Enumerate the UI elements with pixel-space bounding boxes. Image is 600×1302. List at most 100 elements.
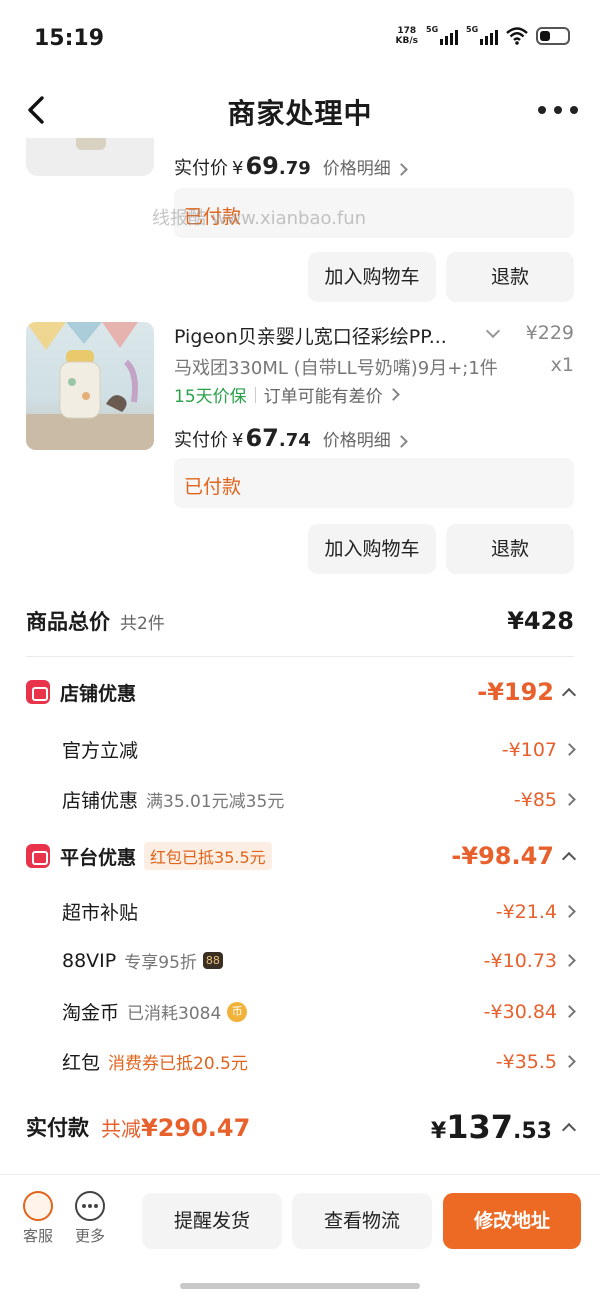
chevron-right-icon (563, 1055, 576, 1068)
platform-discount-header[interactable]: 平台优惠 红包已抵35.5元 -¥98.47 (26, 842, 577, 870)
discount-row-value: -¥10.73 (483, 949, 557, 972)
chevron-down-icon[interactable] (485, 323, 501, 339)
chevron-right-icon (563, 905, 576, 918)
product-image-1[interactable] (26, 138, 154, 176)
discount-row-official[interactable]: 官方立减 -¥107 (62, 736, 576, 763)
coin-icon: 币 (227, 1001, 248, 1022)
product-spec: 马戏团330ML (自带LL号奶嘴)9月+;1件 (174, 358, 498, 379)
price-detail-link[interactable]: 价格明细 (323, 426, 408, 451)
chevron-right-icon (394, 435, 408, 448)
nav-bar: 商家处理中 (0, 82, 600, 138)
status-time: 15:19 (34, 26, 105, 51)
watermark: 线报酷 www.xianbao.fun (152, 208, 367, 229)
product-quantity: x1 (550, 354, 574, 376)
more-options-icon[interactable] (538, 104, 578, 116)
status-bar: 15:19 178 KB/s 5G 5G (0, 0, 600, 80)
price-guarantee-row[interactable]: 15天价保 订单可能有差价 (174, 382, 400, 407)
total-paid-label: 实付款 (26, 1116, 89, 1140)
discount-row-label: 超市补贴 (62, 902, 139, 924)
discount-row-value: -¥35.5 (495, 1050, 557, 1073)
net-speed-unit: KB/s (395, 36, 418, 46)
discount-row-label: 红包 (62, 1052, 101, 1074)
more-dots-icon (75, 1191, 105, 1221)
vip-88-badge-icon: 88 (202, 952, 223, 969)
currency-symbol: ¥ (232, 430, 244, 451)
chevron-up-icon (561, 687, 577, 703)
store-discount-header[interactable]: 店铺优惠 -¥192 (26, 678, 577, 706)
discount-row-note: 专享95折 (124, 953, 197, 973)
goods-total-label: 商品总价 (26, 610, 110, 634)
red-packet-tag: 红包已抵35.5元 (144, 842, 272, 870)
discount-row-coins[interactable]: 淘金币 已消耗3084 币 -¥30.84 (62, 998, 576, 1025)
price-detail-link[interactable]: 价格明细 (323, 154, 408, 179)
total-reduce: 共减¥290.47 (101, 1113, 251, 1142)
chevron-up-icon (561, 851, 577, 867)
chevron-right-icon (563, 743, 576, 756)
paid-status-box-2: 已付款 (174, 458, 574, 508)
bottom-action-bar: 客服 更多 提醒发货 查看物流 修改地址 (0, 1174, 600, 1302)
more-button[interactable]: 更多 (70, 1191, 110, 1246)
add-to-cart-button-1[interactable]: 加入购物车 (308, 252, 436, 302)
add-to-cart-button-2[interactable]: 加入购物车 (308, 524, 436, 574)
discount-row-note: 消费券已抵20.5元 (108, 1054, 248, 1074)
goods-count: 共2件 (120, 613, 165, 634)
discount-row-supermarket[interactable]: 超市补贴 -¥21.4 (62, 898, 576, 925)
discount-row-note: 已消耗3084 (127, 1004, 222, 1024)
order-detail-content[interactable]: 实付价 ¥ 69 .79 价格明细 已付款 线报酷 www.xianbao.fu… (0, 138, 600, 1170)
currency-symbol: ¥ (232, 158, 244, 179)
divider (26, 656, 574, 657)
discount-row-label: 官方立减 (62, 740, 139, 762)
customer-service-icon (23, 1191, 53, 1221)
signal-icon-2: 5G (466, 25, 498, 45)
discount-row-88vip[interactable]: 88VIP 专享95折 88 -¥10.73 (62, 948, 576, 973)
price-decimal: .79 (278, 158, 311, 179)
view-logistics-button[interactable]: 查看物流 (292, 1193, 432, 1249)
chevron-right-icon (563, 1005, 576, 1018)
refund-button-2[interactable]: 退款 (446, 524, 574, 574)
actual-price-label: 实付价 (174, 158, 228, 179)
price-main: 67 (245, 424, 279, 452)
platform-discount-title: 平台优惠 (60, 846, 137, 869)
product-image-2[interactable] (26, 322, 154, 450)
goods-total-row: 商品总价 共2件 ¥428 (26, 606, 574, 636)
signal-label-2: 5G (466, 25, 479, 34)
baby-bottle-image (26, 322, 154, 450)
store-discount-value: -¥192 (477, 678, 577, 706)
total-paid-row[interactable]: 实付款 共减¥290.47 ¥ 137 .53 (26, 1108, 577, 1146)
discount-row-value: -¥30.84 (483, 1000, 557, 1023)
discount-row-store[interactable]: 店铺优惠 满35.01元减35元 -¥85 (62, 786, 576, 813)
price-guarantee-note: 订单可能有差价 (263, 387, 383, 407)
platform-icon (26, 844, 50, 868)
price-decimal: .74 (278, 430, 311, 451)
platform-discount-value: -¥98.47 (451, 842, 577, 870)
product-original-price: ¥229 (525, 322, 574, 344)
actual-price-row-2: 实付价 ¥ 67 .74 价格明细 (174, 424, 408, 452)
store-discount-title: 店铺优惠 (60, 682, 137, 705)
discount-row-value: -¥85 (513, 788, 557, 811)
net-speed-value: 178 (397, 26, 417, 36)
home-indicator[interactable] (180, 1283, 420, 1289)
page-title: 商家处理中 (227, 97, 373, 130)
discount-row-label: 店铺优惠 (62, 790, 139, 812)
price-guarantee-label: 15天价保 (174, 387, 247, 407)
refund-button-1[interactable]: 退款 (446, 252, 574, 302)
chevron-right-icon (563, 954, 576, 967)
store-icon (26, 680, 50, 704)
more-label: 更多 (74, 1227, 105, 1245)
goods-total-value: ¥428 (507, 607, 574, 635)
customer-service-button[interactable]: 客服 (18, 1191, 58, 1246)
actual-price-label: 实付价 (174, 430, 228, 451)
discount-row-label: 88VIP (62, 949, 117, 972)
signal-icon-1: 5G (426, 25, 458, 45)
modify-address-button[interactable]: 修改地址 (443, 1193, 581, 1249)
wifi-icon (506, 27, 528, 45)
chevron-right-icon (386, 388, 400, 401)
discount-row-value: -¥107 (501, 738, 557, 761)
net-speed: 178 KB/s (396, 26, 418, 46)
customer-service-label: 客服 (22, 1227, 53, 1245)
discount-row-redpacket[interactable]: 红包 消费券已抵20.5元 -¥35.5 (62, 1048, 576, 1075)
total-paid-value: ¥ 137 .53 (431, 1108, 577, 1146)
actual-price-row-1: 实付价 ¥ 69 .79 价格明细 (174, 152, 408, 180)
remind-shipping-button[interactable]: 提醒发货 (142, 1193, 282, 1249)
product-title[interactable]: Pigeon贝亲婴儿宽口径彩绘PP... (174, 322, 447, 349)
